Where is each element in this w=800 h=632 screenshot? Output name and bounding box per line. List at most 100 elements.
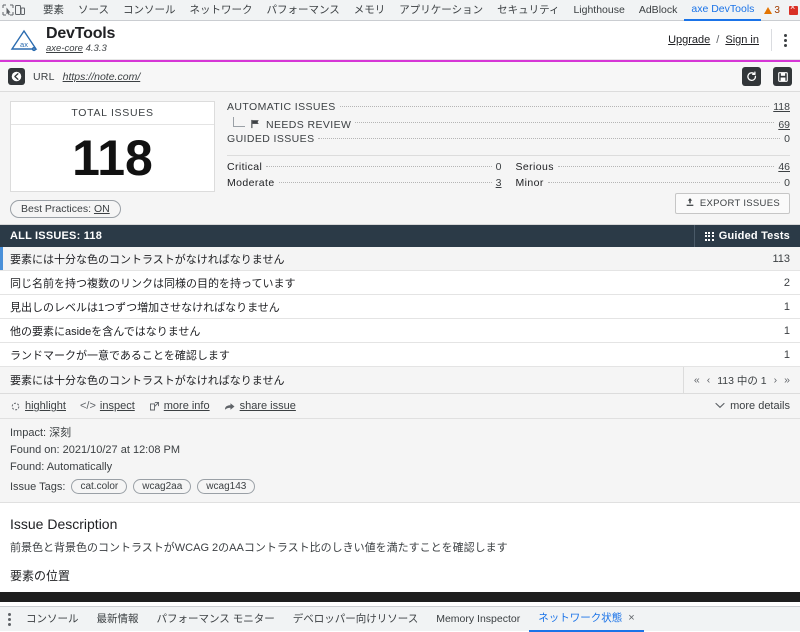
leader-dots: [548, 182, 780, 183]
share-issue-button[interactable]: share issue: [224, 400, 296, 412]
tab-security[interactable]: セキュリティ: [490, 1, 566, 20]
summary-section: TOTAL ISSUES 118 Best Practices: ON AUTO…: [0, 92, 800, 225]
found-value: Automatically: [47, 461, 112, 473]
leader-dots: [340, 106, 770, 107]
stat-value[interactable]: 46: [778, 161, 790, 173]
drawer-tab-whats-new[interactable]: 最新情報: [88, 608, 148, 631]
more-details-label: more details: [730, 400, 790, 412]
found-line: Found: Automatically: [10, 459, 790, 476]
tab-performance[interactable]: パフォーマンス: [259, 1, 346, 20]
stat-label: Critical: [227, 161, 262, 173]
tab-elements[interactable]: 要素: [36, 1, 71, 20]
issue-title: 見出しのレベルは1つずつ増加させなければなりません: [10, 299, 784, 315]
warning-badge[interactable]: 3: [761, 4, 783, 17]
first-page-button[interactable]: «: [694, 374, 700, 386]
stat-needs-review[interactable]: NEEDS REVIEW 69: [227, 117, 790, 133]
brand: ax DevTools axe-core 4.3.3: [10, 26, 115, 55]
issue-title: 要素には十分な色のコントラストがなければなりません: [10, 251, 772, 267]
stat-serious[interactable]: Serious 46: [516, 161, 791, 173]
export-issues-button[interactable]: EXPORT ISSUES: [675, 193, 790, 214]
issue-title: 同じ名前を持つ複数のリンクは同様の目的を持っています: [10, 275, 784, 291]
code-snippet-preview: [0, 592, 800, 602]
rescan-icon[interactable]: [742, 67, 761, 86]
tab-sources[interactable]: ソース: [71, 1, 116, 20]
table-row[interactable]: 要素には十分な色のコントラストがなければなりません 113: [0, 247, 800, 271]
error-badge[interactable]: 1: [786, 4, 800, 17]
drawer-tab-console[interactable]: コンソール: [17, 608, 88, 631]
stat-label: GUIDED ISSUES: [227, 133, 314, 145]
stat-value[interactable]: 3: [496, 177, 502, 189]
more-details-toggle[interactable]: more details: [715, 400, 790, 412]
sign-in-link[interactable]: Sign in: [725, 34, 759, 46]
tag-badge[interactable]: wcag143: [197, 479, 255, 494]
stat-value: 0: [784, 133, 790, 145]
kebab-menu-icon[interactable]: [781, 32, 790, 49]
app-title: DevTools: [46, 26, 115, 42]
tab-application[interactable]: アプリケーション: [392, 1, 490, 20]
warning-triangle-icon: [764, 7, 772, 14]
tag-badge[interactable]: cat.color: [71, 479, 127, 494]
best-practices-row: Best Practices: ON: [10, 200, 215, 218]
save-icon[interactable]: [773, 67, 792, 86]
kebab-menu-icon[interactable]: [2, 613, 17, 626]
axe-core-link[interactable]: axe-core: [46, 43, 83, 54]
device-toolbar-icon[interactable]: [14, 1, 26, 19]
impact-value: 深刻: [49, 427, 71, 439]
table-row[interactable]: 同じ名前を持つ複数のリンクは同様の目的を持っています 2: [0, 271, 800, 295]
upgrade-link[interactable]: Upgrade: [668, 34, 710, 46]
inspect-icon[interactable]: [2, 1, 14, 19]
guided-tests-button[interactable]: Guided Tests: [694, 225, 790, 247]
found-on-label: Found on:: [10, 444, 60, 456]
selected-issue-bar: 要素には十分な色のコントラストがなければなりません « ‹ 113 中の 1 ›…: [0, 367, 800, 394]
tab-lighthouse[interactable]: Lighthouse: [566, 1, 631, 20]
flag-icon: [250, 119, 261, 132]
inspect-button[interactable]: </> inspect: [80, 400, 135, 412]
tab-adblock[interactable]: AdBlock: [632, 1, 685, 20]
stat-critical[interactable]: Critical 0: [227, 161, 502, 173]
stat-label: NEEDS REVIEW: [266, 119, 351, 131]
more-info-button[interactable]: more info: [149, 400, 210, 412]
table-row[interactable]: 他の要素にasideを含んではなりません 1: [0, 319, 800, 343]
devtools-tab-strip: 要素 ソース コンソール ネットワーク パフォーマンス メモリ アプリケーション…: [0, 0, 800, 21]
tab-network[interactable]: ネットワーク: [182, 1, 259, 20]
drawer-tab-memory-inspector[interactable]: Memory Inspector: [427, 608, 529, 631]
stat-value: 0: [784, 177, 790, 189]
drawer-tab-performance-monitor[interactable]: パフォーマンス モニター: [148, 608, 284, 631]
issue-list: 要素には十分な色のコントラストがなければなりません 113 同じ名前を持つ複数の…: [0, 247, 800, 367]
tab-axe-devtools[interactable]: axe DevTools: [684, 0, 761, 21]
stat-automatic-issues[interactable]: AUTOMATIC ISSUES 118: [227, 101, 790, 117]
stat-moderate[interactable]: Moderate 3: [227, 177, 502, 189]
all-issues-title: ALL ISSUES: 118: [10, 230, 102, 242]
url-value[interactable]: https://note.com/: [63, 71, 141, 83]
leader-dots: [266, 166, 491, 167]
tab-console[interactable]: コンソール: [116, 1, 183, 20]
last-page-button[interactable]: »: [784, 374, 790, 386]
next-page-button[interactable]: ›: [774, 374, 778, 386]
severity-row-1: Critical 0 Serious 46: [227, 161, 790, 173]
svg-text:ax: ax: [20, 40, 28, 49]
export-row: EXPORT ISSUES: [227, 193, 790, 214]
table-row[interactable]: 見出しのレベルは1つずつ増加させなければなりません 1: [0, 295, 800, 319]
table-row[interactable]: ランドマークが一意であることを確認します 1: [0, 343, 800, 367]
highlight-button[interactable]: highlight: [10, 400, 66, 412]
all-issues-bar: ALL ISSUES: 118 Guided Tests: [0, 225, 800, 247]
issue-description-text: 前景色と背景色のコントラストがWCAG 2のAAコントラスト比のしきい値を満たす…: [10, 541, 790, 556]
stat-minor[interactable]: Minor 0: [516, 177, 791, 189]
close-icon[interactable]: ×: [628, 607, 634, 630]
tag-badge[interactable]: wcag2aa: [133, 479, 191, 494]
stat-value[interactable]: 69: [778, 119, 790, 131]
highlight-icon: [10, 401, 21, 412]
best-practices-toggle[interactable]: Best Practices: ON: [10, 200, 121, 218]
issue-title: ランドマークが一意であることを確認します: [10, 347, 784, 363]
back-arrow-icon[interactable]: [8, 68, 25, 85]
drawer-tab-network-conditions[interactable]: ネットワーク状態 ×: [529, 607, 643, 632]
total-issues-column: TOTAL ISSUES 118 Best Practices: ON: [10, 101, 215, 218]
version-line: axe-core 4.3.3: [46, 43, 115, 55]
stat-value[interactable]: 118: [773, 101, 790, 113]
tab-memory[interactable]: メモリ: [347, 1, 393, 20]
external-link-icon: [149, 401, 160, 412]
drawer-tab-developer-resources[interactable]: デベロッパー向けリソース: [284, 608, 427, 631]
issue-count: 1: [784, 349, 790, 361]
stat-guided-issues[interactable]: GUIDED ISSUES 0: [227, 133, 790, 149]
prev-page-button[interactable]: ‹: [707, 374, 711, 386]
